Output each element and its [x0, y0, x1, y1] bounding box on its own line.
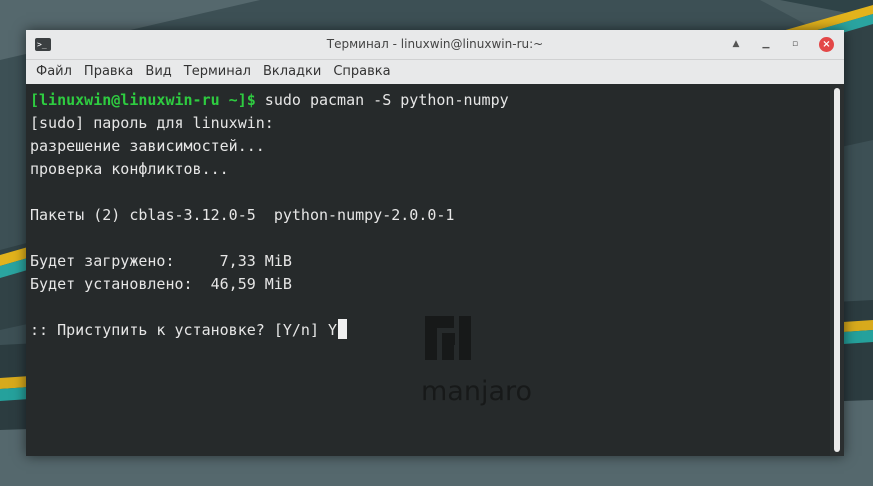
scrollbar-thumb[interactable]	[834, 88, 840, 452]
menu-file[interactable]: Файл	[30, 60, 78, 84]
command-text: sudo pacman -S python-numpy	[255, 91, 509, 109]
menubar: Файл Правка Вид Терминал Вкладки Справка	[26, 60, 844, 84]
output-line: Будет загружено: 7,33 MiB	[30, 252, 292, 270]
terminal-output: [linuxwin@linuxwin-ru ~]$ sudo pacman -S…	[30, 89, 509, 342]
close-icon: ×	[822, 39, 831, 50]
titlebar[interactable]: >_ Терминал - linuxwin@linuxwin-ru:~ ▲ ▁…	[26, 30, 844, 60]
output-line: Пакеты (2) cblas-3.12.0-5 python-numpy-2…	[30, 206, 455, 224]
maximize-button[interactable]: ▫	[788, 37, 802, 51]
confirm-prompt: :: Приступить к установке? [Y/n] Y	[30, 321, 338, 339]
minimize-button[interactable]: ▁	[759, 37, 773, 51]
menu-help[interactable]: Справка	[327, 60, 396, 84]
output-line: Будет установлено: 46,59 MiB	[30, 275, 292, 293]
menu-view[interactable]: Вид	[139, 60, 177, 84]
shell-prompt: [linuxwin@linuxwin-ru ~]$	[30, 91, 256, 109]
output-line: [sudo] пароль для linuxwin:	[30, 114, 274, 132]
menu-terminal[interactable]: Терминал	[178, 60, 257, 84]
output-line: разрешение зависимостей...	[30, 137, 265, 155]
text-cursor	[338, 319, 348, 339]
terminal-area[interactable]: manjaro [linuxwin@linuxwin-ru ~]$ sudo p…	[26, 84, 830, 456]
close-button[interactable]: ×	[819, 37, 834, 52]
scrollbar[interactable]	[830, 84, 844, 456]
menu-tabs[interactable]: Вкладки	[257, 60, 327, 84]
output-line: проверка конфликтов...	[30, 160, 229, 178]
triangle-up-icon: ▲	[732, 39, 740, 49]
keep-above-button[interactable]: ▲	[729, 37, 743, 51]
maximize-icon: ▫	[791, 39, 799, 49]
minimize-icon: ▁	[762, 39, 770, 49]
window-title: Терминал - linuxwin@linuxwin-ru:~	[326, 37, 544, 51]
manjaro-wordmark: manjaro	[421, 376, 531, 407]
command-line: [linuxwin@linuxwin-ru ~]$ sudo pacman -S…	[30, 89, 509, 112]
menu-edit[interactable]: Правка	[78, 60, 139, 84]
terminal-window: >_ Терминал - linuxwin@linuxwin-ru:~ ▲ ▁…	[26, 30, 844, 456]
confirm-line: :: Приступить к установке? [Y/n] Y	[30, 319, 509, 342]
